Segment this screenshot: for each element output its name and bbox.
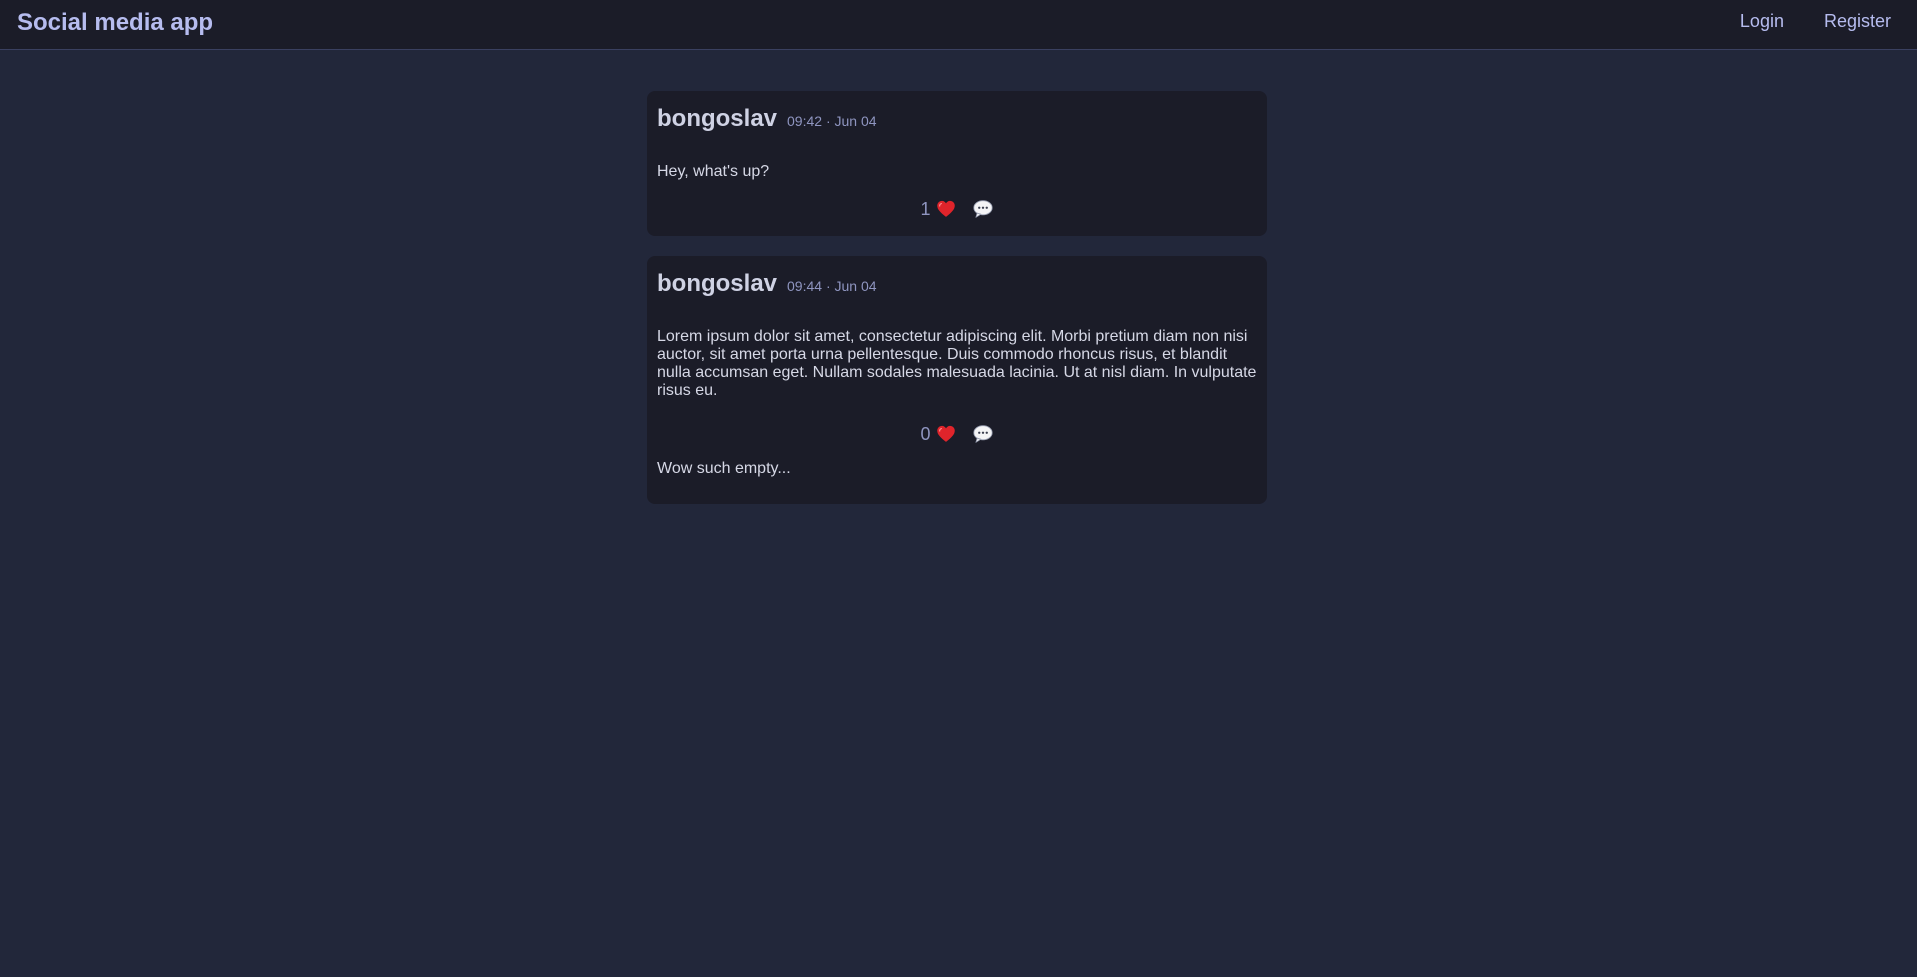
like-button[interactable]: 1	[920, 199, 955, 220]
heart-icon	[936, 425, 955, 442]
post-card: bongoslav 09:42 · Jun 04 Hey, what's up?…	[647, 91, 1267, 236]
post-timestamp: 09:44 · Jun 04	[787, 278, 877, 294]
login-link[interactable]: Login	[1740, 11, 1784, 32]
like-button[interactable]: 0	[920, 424, 955, 445]
post-card: bongoslav 09:44 · Jun 04 Lorem ipsum dol…	[647, 256, 1267, 504]
heart-icon	[936, 200, 955, 217]
post-header: bongoslav 09:42 · Jun 04	[657, 91, 1257, 133]
like-count: 0	[920, 423, 931, 444]
brand-title[interactable]: Social media app	[17, 9, 213, 37]
post-author[interactable]: bongoslav	[657, 105, 777, 133]
empty-comments-text: Wow such empty...	[657, 460, 791, 477]
nav-links: Login Register	[1740, 11, 1891, 32]
speech-bubble-icon[interactable]	[972, 199, 994, 219]
post-actions: 0	[657, 422, 1257, 446]
like-count: 1	[920, 198, 931, 219]
post-feed: bongoslav 09:42 · Jun 04 Hey, what's up?…	[647, 91, 1267, 524]
post-author[interactable]: bongoslav	[657, 270, 777, 298]
register-link[interactable]: Register	[1824, 11, 1891, 32]
post-timestamp: 09:42 · Jun 04	[787, 113, 877, 129]
post-actions: 1	[657, 197, 1257, 221]
post-body: Hey, what's up?	[657, 163, 770, 180]
post-header: bongoslav 09:44 · Jun 04	[657, 256, 1257, 298]
post-body: Lorem ipsum dolor sit amet, consectetur …	[657, 328, 1257, 399]
speech-bubble-icon[interactable]	[972, 424, 994, 444]
navbar: Social media app Login Register	[0, 0, 1917, 50]
